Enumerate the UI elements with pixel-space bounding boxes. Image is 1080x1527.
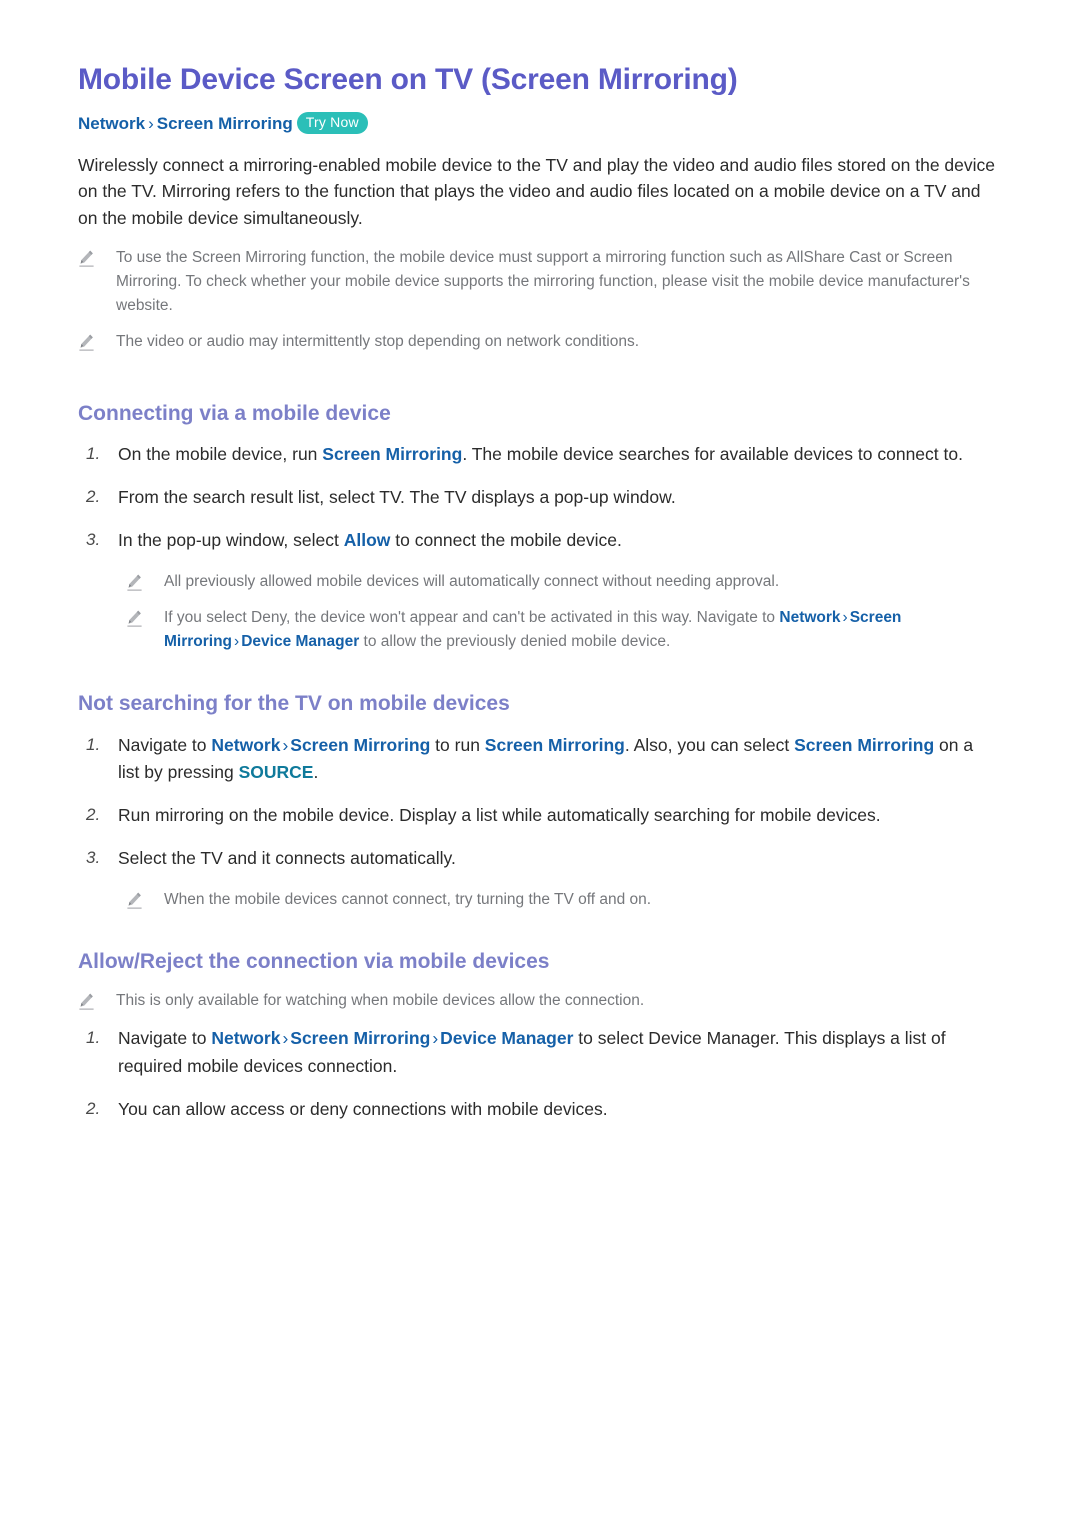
note-item: To use the Screen Mirroring function, th…	[78, 246, 1002, 318]
intro-notes-list: To use the Screen Mirroring function, th…	[78, 246, 1002, 354]
remote-key-keyword[interactable]: SOURCE	[239, 762, 314, 782]
step-text: You can allow access or deny connections…	[118, 1096, 994, 1123]
list-item: 2. Run mirroring on the mobile device. D…	[78, 802, 1002, 829]
inline-text: When the mobile devices cannot connect, …	[164, 891, 652, 909]
inline-text: From the search result list, select TV. …	[118, 487, 676, 508]
note-item: All previously allowed mobile devices wi…	[126, 570, 1002, 594]
section-steps-not-searching: 1. Navigate to Network › Screen Mirroring …	[78, 732, 1002, 913]
step-number: 2.	[86, 1098, 101, 1118]
note-item: The video or audio may intermittently st…	[78, 330, 1002, 354]
breadcrumb-item-screen-mirroring[interactable]: Screen Mirroring	[157, 114, 293, 133]
inline-text: Navigate to	[118, 734, 212, 755]
keyword-separator-icon: ›	[282, 734, 289, 755]
note-text: To use the Screen Mirroring function, th…	[116, 248, 970, 314]
page-title: Mobile Device Screen on TV (Screen Mirro…	[78, 63, 738, 96]
menu-keyword[interactable]: Device Manager	[241, 633, 359, 650]
step-number: 1.	[86, 1028, 101, 1048]
list-item: 1. Navigate to Network › Screen Mirroring ›…	[78, 1025, 1002, 1079]
inline-text: All previously allowed mobile devices wi…	[164, 573, 780, 591]
inline-text: . Also, you can select	[624, 734, 795, 755]
step-text: Run mirroring on the mobile device. Disp…	[118, 802, 994, 829]
note-text: When the mobile devices cannot connect, …	[164, 888, 1002, 912]
note-text: If you select Deny, the device won't app…	[164, 606, 1002, 654]
breadcrumb-item-network[interactable]: Network	[78, 114, 145, 133]
step-text: From the search result list, select TV. …	[118, 484, 994, 511]
step-number: 2.	[86, 487, 101, 507]
menu-keyword[interactable]: Device Manager	[440, 1028, 573, 1048]
pencil-icon	[126, 609, 143, 629]
inline-text: If you select Deny, the device won't app…	[164, 609, 780, 627]
keyword-separator-icon: ›	[432, 1028, 439, 1049]
step-number: 1.	[86, 734, 101, 754]
pencil-icon	[78, 992, 95, 1012]
menu-keyword[interactable]: Network	[211, 1028, 280, 1048]
list-item: 1. Navigate to Network › Screen Mirroring …	[78, 732, 1002, 786]
inline-text: Run mirroring on the mobile device. Disp…	[118, 804, 881, 825]
inline-text: to run	[430, 734, 485, 755]
document-page: Mobile Device Screen on TV (Screen Mirro…	[0, 0, 1080, 1527]
note-text: This is only available for watching when…	[116, 989, 1002, 1013]
try-now-badge[interactable]: Try Now	[296, 112, 368, 134]
list-item: 2. From the search result list, select T…	[78, 484, 1002, 511]
inline-text: .	[313, 761, 319, 782]
section-heading-connecting: Connecting via a mobile device	[78, 401, 391, 425]
note-item: When the mobile devices cannot connect, …	[126, 888, 1002, 912]
document-content: Mobile Device Screen on TV (Screen Mirro…	[78, 62, 1002, 1139]
list-item: 1. On the mobile device, run Screen Mirr…	[78, 441, 1002, 468]
step-text: Navigate to Network › Screen Mirroring › Dev…	[118, 1025, 994, 1079]
inline-text: . The mobile device searches for availab…	[462, 443, 963, 464]
step-text: Navigate to Network › Screen Mirroring to …	[118, 732, 994, 786]
menu-keyword[interactable]: Allow	[344, 530, 391, 550]
list-item: 2. You can allow access or deny connecti…	[78, 1096, 1002, 1123]
note-text: The video or audio may intermittently st…	[116, 332, 639, 350]
inline-text: You can allow access or deny connections…	[118, 1098, 608, 1119]
menu-keyword[interactable]: Screen Mirroring	[290, 735, 430, 755]
keyword-separator-icon: ›	[842, 609, 848, 627]
inline-text: On the mobile device, run	[118, 443, 323, 464]
note-text: All previously allowed mobile devices wi…	[164, 570, 1002, 594]
intro-paragraph: Wirelessly connect a mirroring-enabled m…	[78, 154, 995, 228]
step-text: Select the TV and it connects automatica…	[118, 845, 994, 872]
step-number: 3.	[86, 848, 101, 868]
inline-text: to connect the mobile device.	[390, 530, 622, 551]
step-text: In the pop-up window, select Allow to co…	[118, 527, 994, 554]
step-number: 2.	[86, 804, 101, 824]
menu-keyword[interactable]: Screen Mirroring	[290, 1028, 430, 1048]
keyword-separator-icon: ›	[282, 1028, 289, 1049]
inline-text: This is only available for watching when…	[116, 992, 645, 1010]
note-item: This is only available for watching when…	[78, 989, 1002, 1013]
section-heading-allow-reject: Allow/Reject the connection via mobile d…	[78, 950, 550, 974]
pencil-icon	[78, 333, 95, 353]
menu-keyword[interactable]: Screen Mirroring	[322, 444, 462, 464]
pencil-icon	[78, 249, 95, 269]
note-item: If you select Deny, the device won't app…	[126, 606, 1002, 654]
section-heading-not-searching: Not searching for the TV on mobile devic…	[78, 692, 510, 716]
inline-text: In the pop-up window, select	[118, 530, 344, 551]
menu-keyword[interactable]: Screen Mirroring	[485, 735, 625, 755]
step-text: On the mobile device, run Screen Mirrori…	[118, 441, 994, 468]
menu-keyword[interactable]: Network	[779, 609, 840, 626]
pencil-icon	[126, 891, 143, 911]
inline-text: to allow the previously denied mobile de…	[359, 633, 671, 651]
list-item: 3. Select the TV and it connects automat…	[78, 845, 1002, 872]
menu-keyword[interactable]: Screen Mirroring	[794, 735, 934, 755]
inline-text: Navigate to	[118, 1028, 212, 1049]
section-steps-allow-reject: This is only available for watching when…	[78, 989, 1002, 1122]
keyword-separator-icon: ›	[234, 633, 240, 651]
breadcrumb: Network › Screen Mirroring Try Now	[78, 112, 1002, 136]
pencil-icon	[126, 573, 143, 593]
section-steps-connecting: 1. On the mobile device, run Screen Mirr…	[78, 441, 1002, 654]
step-number: 1.	[86, 443, 101, 463]
inline-text: Select the TV and it connects automatica…	[118, 848, 456, 869]
list-item: 3. In the pop-up window, select Allow to…	[78, 527, 1002, 554]
breadcrumb-separator-icon: ›	[148, 114, 154, 133]
step-number: 3.	[86, 530, 101, 550]
menu-keyword[interactable]: Network	[211, 735, 280, 755]
